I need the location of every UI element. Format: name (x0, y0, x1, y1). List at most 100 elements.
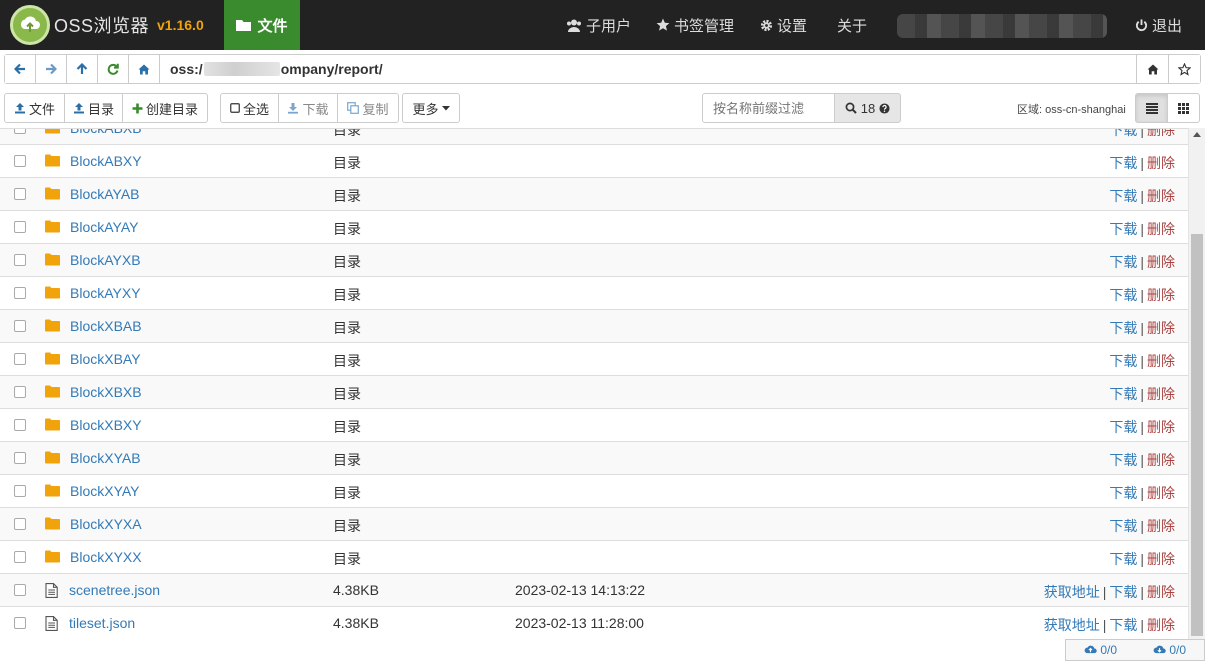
download-link[interactable]: 下载 (1109, 386, 1137, 402)
row-checkbox[interactable] (14, 155, 26, 167)
list-scrollbar[interactable] (1188, 128, 1205, 639)
folder-name-link[interactable]: BlockAYAY (70, 219, 138, 235)
row-checkbox[interactable] (14, 518, 26, 530)
home-button[interactable] (129, 55, 160, 83)
create-dir-button[interactable]: 创建目录 (122, 93, 208, 123)
folder-row[interactable]: BlockXYAB 目录 下载 | 删除 (0, 442, 1188, 475)
file-name-link[interactable]: scenetree.json (69, 582, 160, 598)
folder-name-link[interactable]: BlockABXB (70, 129, 142, 136)
folder-name-link[interactable]: BlockXBXB (70, 384, 142, 400)
download-link[interactable]: 下载 (1109, 518, 1137, 534)
row-checkbox[interactable] (14, 452, 26, 464)
download-button[interactable]: 下载 (278, 93, 338, 123)
folder-name-link[interactable]: BlockXBXY (70, 417, 142, 433)
delete-link[interactable]: 删除 (1147, 353, 1175, 369)
delete-link[interactable]: 删除 (1147, 452, 1175, 468)
upload-dir-button[interactable]: 目录 (64, 93, 123, 123)
delete-link[interactable]: 删除 (1147, 386, 1175, 402)
nav-subusers[interactable]: 子用户 (566, 0, 631, 50)
row-checkbox[interactable] (14, 485, 26, 497)
download-link[interactable]: 下载 (1109, 419, 1137, 435)
delete-link[interactable]: 删除 (1147, 129, 1175, 138)
row-checkbox[interactable] (14, 320, 26, 332)
download-link[interactable]: 下载 (1109, 320, 1137, 336)
row-checkbox[interactable] (14, 386, 26, 398)
scroll-up-arrow-icon[interactable] (1193, 132, 1201, 137)
folder-row[interactable]: BlockAYXB 目录 下载 | 删除 (0, 244, 1188, 277)
delete-link[interactable]: 删除 (1147, 221, 1175, 237)
row-checkbox[interactable] (14, 287, 26, 299)
folder-name-link[interactable]: BlockXBAB (70, 318, 142, 334)
file-row[interactable]: scenetree.json 4.38KB 2023-02-13 14:13:22 获… (0, 574, 1188, 607)
download-link[interactable]: 下载 (1109, 584, 1137, 600)
delete-link[interactable]: 删除 (1147, 518, 1175, 534)
copy-button[interactable]: 复制 (337, 93, 399, 123)
folder-row[interactable]: BlockXBXY 目录 下载 | 删除 (0, 409, 1188, 442)
folder-row[interactable]: BlockAYAY 目录 下载 | 删除 (0, 211, 1188, 244)
row-checkbox[interactable] (14, 221, 26, 233)
nav-files-tab[interactable]: 文件 (224, 0, 300, 50)
delete-link[interactable]: 删除 (1147, 287, 1175, 303)
folder-row[interactable]: BlockXYXA 目录 下载 | 删除 (0, 508, 1188, 541)
address-home-button[interactable] (1136, 55, 1168, 83)
download-link[interactable]: 下载 (1109, 452, 1137, 468)
filter-input[interactable] (702, 93, 835, 123)
folder-row[interactable]: BlockXYXX 目录 下载 | 删除 (0, 541, 1188, 574)
delete-link[interactable]: 删除 (1147, 419, 1175, 435)
refresh-button[interactable] (98, 55, 129, 83)
filter-search-button[interactable]: 18 (834, 93, 901, 123)
row-checkbox[interactable] (14, 188, 26, 200)
address-input[interactable]: oss:/ ompany/report/ (160, 55, 1136, 83)
bookmark-button[interactable] (1168, 55, 1200, 83)
download-link[interactable]: 下载 (1109, 485, 1137, 501)
select-all-button[interactable]: 全选 (220, 93, 279, 123)
folder-row[interactable]: BlockXYAY 目录 下载 | 删除 (0, 475, 1188, 508)
file-row[interactable]: tileset.json 4.38KB 2023-02-13 11:28:00 获取地… (0, 607, 1188, 639)
download-link[interactable]: 下载 (1109, 254, 1137, 270)
delete-link[interactable]: 删除 (1147, 485, 1175, 501)
folder-row[interactable]: BlockABXY 目录 下载 | 删除 (0, 145, 1188, 178)
row-checkbox[interactable] (14, 353, 26, 365)
folder-name-link[interactable]: BlockXBAY (70, 351, 141, 367)
download-link[interactable]: 下载 (1109, 155, 1137, 171)
forward-button[interactable] (36, 55, 67, 83)
grid-view-button[interactable] (1167, 93, 1200, 123)
up-button[interactable] (67, 55, 98, 83)
folder-row[interactable]: BlockXBAB 目录 下载 | 删除 (0, 310, 1188, 343)
get-url-link[interactable]: 获取地址 (1044, 584, 1100, 600)
download-link[interactable]: 下载 (1109, 129, 1137, 138)
delete-link[interactable]: 删除 (1147, 320, 1175, 336)
folder-name-link[interactable]: BlockAYXY (70, 285, 141, 301)
folder-row[interactable]: BlockABXB 目录 下载 | 删除 (0, 129, 1188, 145)
delete-link[interactable]: 删除 (1147, 188, 1175, 204)
nav-about[interactable]: 关于 (837, 0, 867, 50)
delete-link[interactable]: 删除 (1147, 551, 1175, 567)
folder-row[interactable]: BlockAYAB 目录 下载 | 删除 (0, 178, 1188, 211)
download-link[interactable]: 下载 (1109, 221, 1137, 237)
download-link[interactable]: 下载 (1109, 188, 1137, 204)
delete-link[interactable]: 删除 (1147, 254, 1175, 270)
delete-link[interactable]: 删除 (1147, 584, 1175, 600)
scroll-thumb[interactable] (1191, 234, 1203, 636)
transfer-status[interactable]: 0/0 0/0 (1065, 639, 1205, 661)
download-link[interactable]: 下载 (1109, 353, 1137, 369)
file-name-link[interactable]: tileset.json (69, 615, 135, 631)
download-status[interactable]: 0/0 (1153, 643, 1186, 657)
list-view-button[interactable] (1135, 93, 1168, 123)
row-checkbox[interactable] (14, 617, 26, 629)
folder-name-link[interactable]: BlockAYXB (70, 252, 141, 268)
download-link[interactable]: 下载 (1109, 551, 1137, 567)
folder-name-link[interactable]: BlockAYAB (70, 186, 140, 202)
download-link[interactable]: 下载 (1109, 287, 1137, 303)
back-button[interactable] (5, 55, 36, 83)
row-checkbox[interactable] (14, 254, 26, 266)
nav-logout[interactable]: 退出 (1135, 0, 1182, 50)
folder-row[interactable]: BlockXBXB 目录 下载 | 删除 (0, 376, 1188, 409)
folder-name-link[interactable]: BlockXYXA (70, 516, 142, 532)
delete-link[interactable]: 删除 (1147, 155, 1175, 171)
nav-settings[interactable]: 设置 (760, 0, 807, 50)
upload-status[interactable]: 0/0 (1084, 643, 1117, 657)
folder-name-link[interactable]: BlockABXY (70, 153, 142, 169)
nav-bookmarks[interactable]: 书签管理 (656, 0, 734, 50)
more-dropdown[interactable]: 更多 (402, 93, 460, 123)
